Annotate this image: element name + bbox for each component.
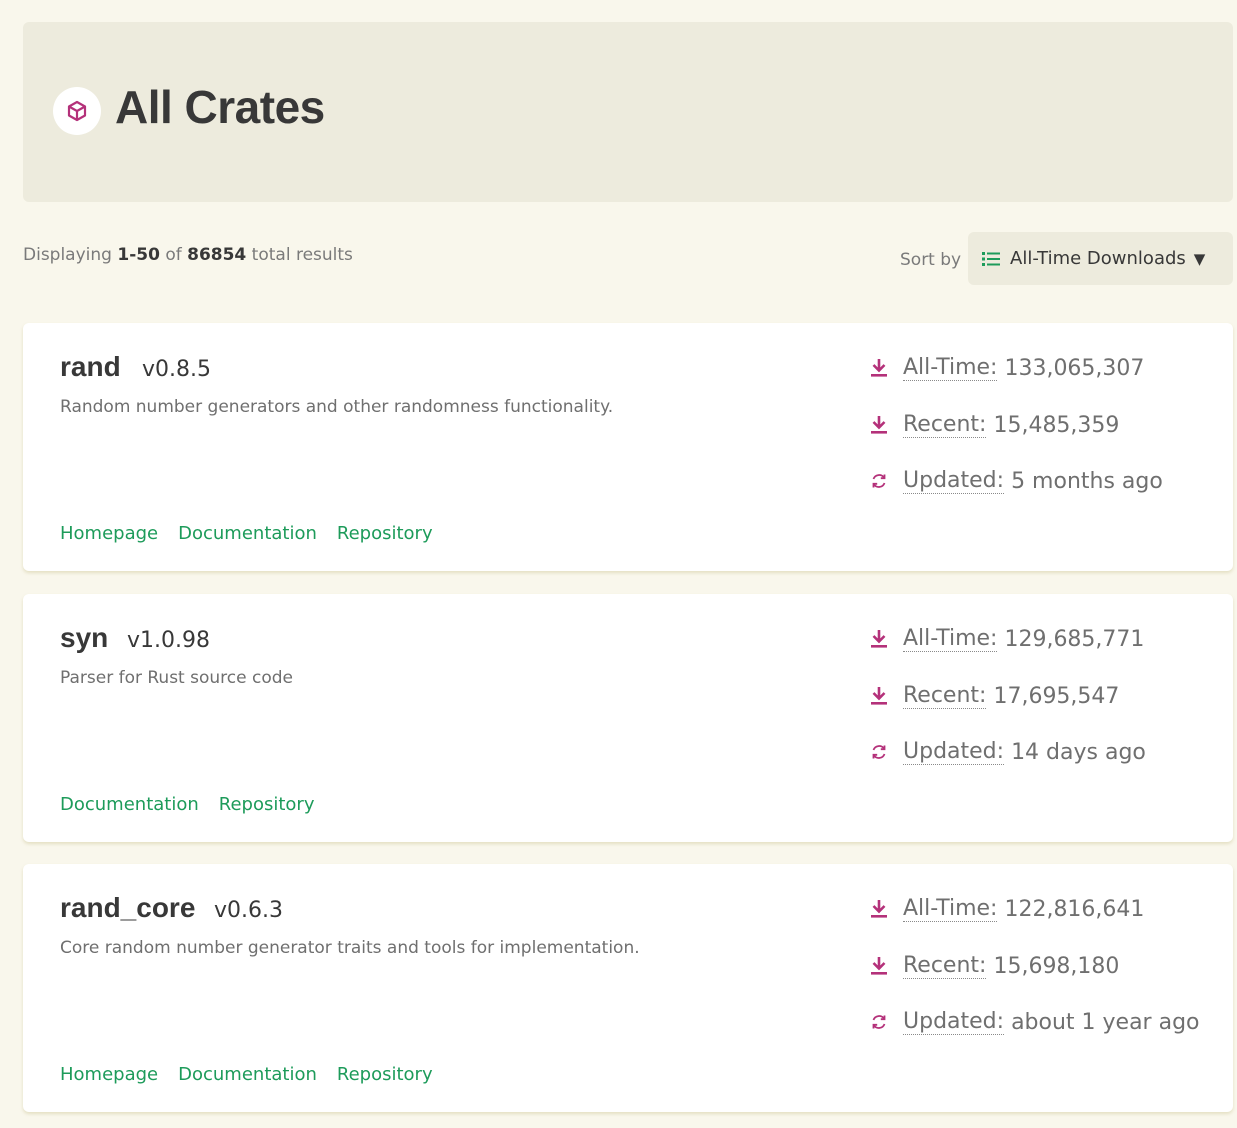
sort-value: All-Time Downloads [1010,248,1186,269]
crate-version: v0.6.3 [214,898,283,923]
refresh-icon [868,472,890,490]
recent-downloads: Recent: 17,695,547 [868,683,1120,710]
recent-downloads: Recent: 15,698,180 [868,953,1120,980]
results-of: of [165,245,182,265]
updated-time: Updated: 14 days ago [868,739,1146,766]
sort-label: Sort by [900,250,962,270]
recent-value: 15,698,180 [993,953,1120,979]
results-suffix: total results [251,245,353,265]
results-summary: Displaying 1-50 of 86854 total results [23,245,353,265]
recent-label: Recent: [903,953,987,980]
crate-links: Homepage Documentation Repository [60,1064,433,1085]
updated-label: Updated: [903,739,1005,766]
results-total: 86854 [187,245,247,265]
all-time-label: All-Time: [903,355,998,382]
crate-card: syn v1.0.98 Parser for Rust source code … [23,594,1233,842]
all-time-value: 129,685,771 [1004,626,1145,652]
recent-label: Recent: [903,683,987,710]
download-icon [868,956,890,976]
crate-description: Random number generators and other rando… [60,397,614,417]
download-icon [868,415,890,435]
repository-link[interactable]: Repository [219,794,315,815]
repository-link[interactable]: Repository [337,1064,433,1085]
repository-link[interactable]: Repository [337,523,433,544]
crate-description: Core random number generator traits and … [60,938,640,958]
all-time-downloads: All-Time: 122,816,641 [868,896,1145,923]
recent-downloads: Recent: 15,485,359 [868,412,1120,439]
all-time-label: All-Time: [903,626,998,653]
documentation-link[interactable]: Documentation [178,523,317,544]
page-header: All Crates [23,22,1233,202]
crate-links: Documentation Repository [60,794,314,815]
crate-version: v0.8.5 [142,357,211,382]
caret-down-icon: ▼ [1193,249,1206,268]
download-icon [868,358,890,378]
homepage-link[interactable]: Homepage [60,523,158,544]
refresh-icon [868,1013,890,1031]
updated-value: 5 months ago [1011,468,1163,494]
download-icon [868,899,890,919]
updated-value: 14 days ago [1011,739,1146,765]
documentation-link[interactable]: Documentation [60,794,199,815]
download-icon [868,629,890,649]
crate-description: Parser for Rust source code [60,668,293,688]
all-time-label: All-Time: [903,896,998,923]
updated-value: about 1 year ago [1011,1009,1200,1035]
crate-version: v1.0.98 [127,628,210,653]
crate-name-link[interactable]: rand [60,351,121,383]
cube-icon [53,87,101,135]
list-icon [982,251,1000,267]
refresh-icon [868,743,890,761]
recent-value: 15,485,359 [993,412,1120,438]
crate-name-link[interactable]: syn [60,622,108,654]
crate-card: rand_core v0.6.3 Core random number gene… [23,864,1233,1112]
updated-time: Updated: 5 months ago [868,468,1163,495]
documentation-link[interactable]: Documentation [178,1064,317,1085]
homepage-link[interactable]: Homepage [60,1064,158,1085]
updated-label: Updated: [903,1009,1005,1036]
recent-value: 17,695,547 [993,683,1120,709]
all-time-downloads: All-Time: 133,065,307 [868,355,1145,382]
all-time-value: 133,065,307 [1004,355,1145,381]
crate-name-link[interactable]: rand_core [60,892,195,924]
crate-links: Homepage Documentation Repository [60,523,433,544]
results-range: 1-50 [117,245,160,265]
page-title: All Crates [115,81,325,133]
all-time-value: 122,816,641 [1004,896,1145,922]
recent-label: Recent: [903,412,987,439]
download-icon [868,686,890,706]
updated-label: Updated: [903,468,1005,495]
updated-time: Updated: about 1 year ago [868,1009,1200,1036]
crate-card: rand v0.8.5 Random number generators and… [23,323,1233,571]
sort-dropdown[interactable]: All-Time Downloads ▼ [968,232,1233,285]
all-time-downloads: All-Time: 129,685,771 [868,626,1145,653]
results-prefix: Displaying [23,245,112,265]
